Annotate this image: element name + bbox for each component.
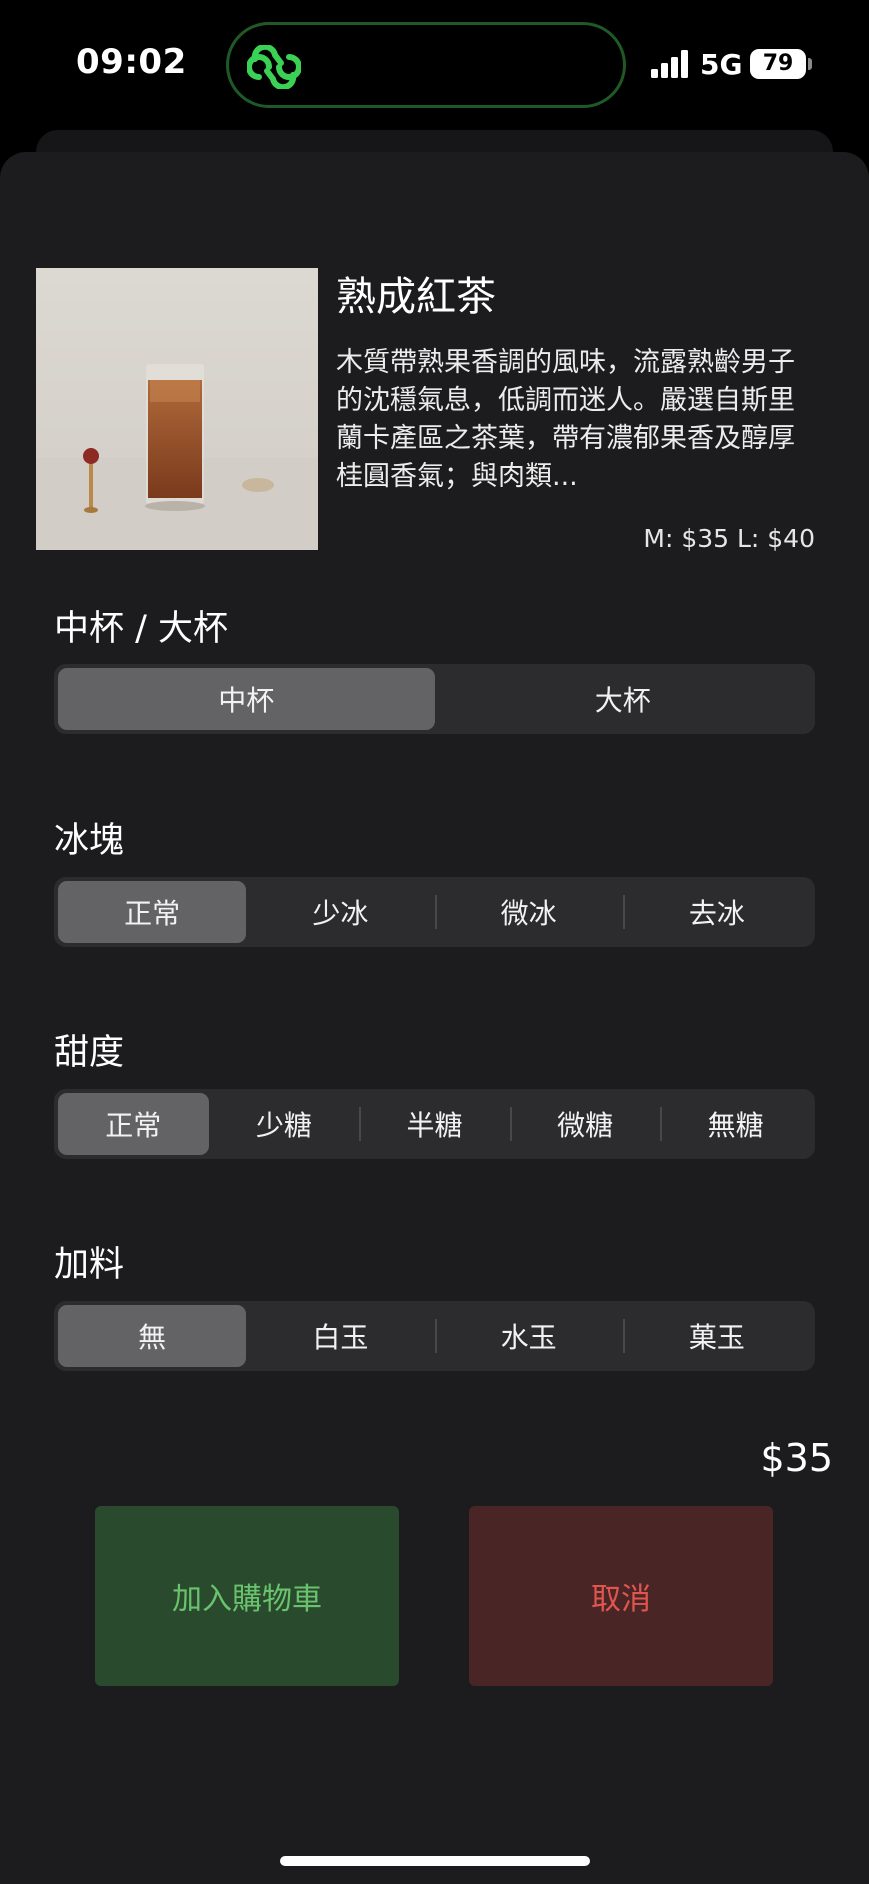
ice-option-light[interactable]: 微冰 [434, 881, 623, 943]
ice-option-none[interactable]: 去冰 [622, 881, 811, 943]
size-option-medium[interactable]: 中杯 [58, 668, 435, 730]
size-section-title: 中杯 / 大杯 [54, 609, 229, 649]
size-segmented-control: 中杯 大杯 [54, 664, 815, 734]
home-indicator[interactable] [280, 1856, 590, 1866]
product-price: M: $35 L: $40 [643, 524, 815, 553]
product-name: 熟成紅茶 [336, 274, 496, 320]
sweetness-option-light[interactable]: 微糖 [509, 1093, 661, 1155]
topping-section-title: 加料 [54, 1245, 125, 1285]
cellular-signal-icon [651, 50, 688, 78]
topping-option-water-jade[interactable]: 水玉 [434, 1305, 623, 1367]
sweetness-segmented-control: 正常 少糖 半糖 微糖 無糖 [54, 1089, 815, 1159]
size-option-large[interactable]: 大杯 [435, 668, 812, 730]
sweetness-option-half[interactable]: 半糖 [359, 1093, 510, 1155]
sweetness-option-none[interactable]: 無糖 [660, 1093, 811, 1155]
total-price: $35 [760, 1436, 833, 1480]
ice-option-less[interactable]: 少冰 [246, 881, 434, 943]
topping-option-none[interactable]: 無 [58, 1305, 247, 1367]
network-type: 5G [700, 48, 743, 81]
battery-icon: 79 [750, 49, 806, 79]
topping-option-white-jade[interactable]: 白玉 [246, 1305, 434, 1367]
product-image [36, 268, 318, 550]
ice-option-normal[interactable]: 正常 [58, 881, 247, 943]
product-description: 木質帶熟果香調的風味，流露熟齡男子的沈穩氣息，低調而迷人。嚴選自斯里蘭卡產區之茶… [336, 347, 795, 492]
link-icon [247, 45, 301, 89]
dynamic-island[interactable] [226, 22, 626, 108]
ice-segmented-control: 正常 少冰 微冰 去冰 [54, 877, 815, 947]
add-to-cart-button[interactable]: 加入購物車 [95, 1506, 399, 1686]
cancel-button[interactable]: 取消 [469, 1506, 773, 1686]
topping-option-konjac-jade[interactable]: 菓玉 [622, 1305, 811, 1367]
sweetness-section-title: 甜度 [54, 1033, 125, 1073]
ice-section-title: 冰塊 [54, 821, 125, 861]
clock: 09:02 [76, 42, 187, 82]
battery-nub [808, 58, 812, 70]
topping-segmented-control: 無 白玉 水玉 菓玉 [54, 1301, 815, 1371]
sweetness-option-normal[interactable]: 正常 [58, 1093, 209, 1155]
sweetness-option-less[interactable]: 少糖 [209, 1093, 360, 1155]
status-bar: 09:02 5G 79 [0, 0, 869, 130]
